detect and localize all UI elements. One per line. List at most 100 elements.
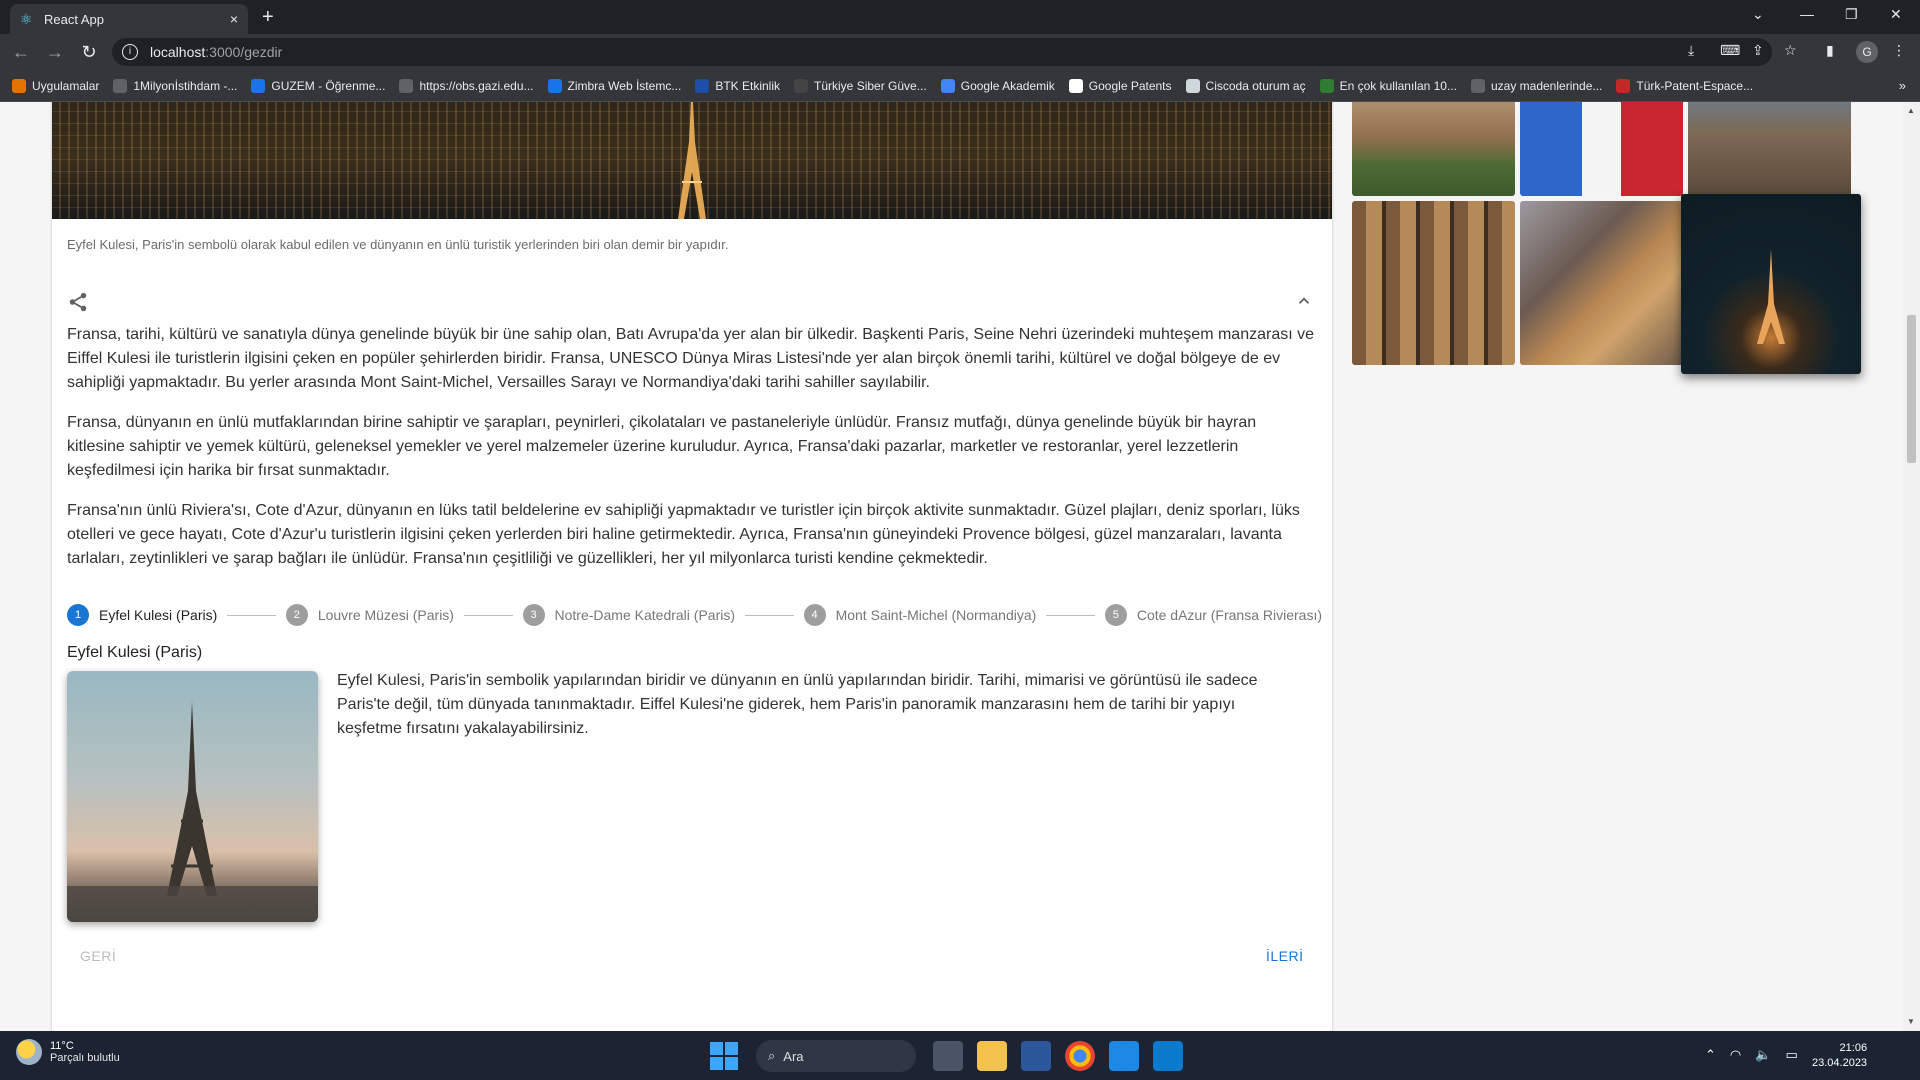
back-arrow-icon[interactable]: ←	[4, 42, 38, 63]
globe-icon	[399, 78, 414, 93]
share-page-icon[interactable]: ⇪	[1752, 42, 1764, 59]
step-label: Eyfel Kulesi (Paris)	[99, 607, 218, 623]
gallery-image-village[interactable]	[1688, 102, 1851, 196]
places-stepper: 1 Eyfel Kulesi (Paris) 2 Louvre Müzesi (…	[67, 602, 1322, 628]
bookmark-item[interactable]: uzay madenlerinde...	[1470, 78, 1603, 93]
favicon-icon	[695, 78, 710, 93]
chevron-up-icon[interactable]: ⌃	[1705, 1047, 1716, 1063]
bookmarks-bar: Uygulamalar 1Milyonİstihdam -... GUZEM - Ö…	[0, 70, 1920, 102]
forward-arrow-icon[interactable]: →	[38, 42, 72, 63]
new-tab-button[interactable]: +	[262, 6, 274, 29]
bookmark-star-icon[interactable]: ☆	[1784, 42, 1797, 59]
weather-widget[interactable]: 11°C Parçalı bulutlu	[16, 1039, 120, 1065]
back-button[interactable]: GERİ	[80, 948, 116, 964]
scrollbar-thumb[interactable]	[1907, 315, 1916, 463]
hero-image-paris-night	[52, 102, 1332, 219]
wifi-icon[interactable]: ◠	[1730, 1047, 1741, 1063]
weather-description: Parçalı bulutlu	[50, 1052, 120, 1064]
bookmark-label: uzay madenlerinde...	[1490, 78, 1603, 93]
bookmark-item[interactable]: Uygulamalar	[12, 78, 99, 93]
bookmark-item[interactable]: https://obs.gazi.edu...	[399, 78, 534, 93]
favicon-icon	[1319, 78, 1334, 93]
chevron-up-icon[interactable]	[1295, 292, 1313, 310]
bookmark-item[interactable]: Google Akademik	[940, 78, 1055, 93]
eiffel-tower-icon	[678, 102, 706, 219]
tab-title: React App	[44, 11, 104, 27]
minimize-button[interactable]: —	[1800, 6, 1814, 22]
taskbar-search[interactable]: ⌕ Ara	[756, 1040, 916, 1072]
bookmark-item[interactable]: Ciscoda oturum aç	[1185, 78, 1306, 93]
bookmark-label: GUZEM - Öğrenme...	[271, 78, 386, 93]
google-icon	[1068, 78, 1083, 93]
browser-tab-strip: ⚛ React App × + ⌄ — ❐ ✕	[0, 0, 1920, 34]
browser-tab[interactable]: ⚛ React App ×	[10, 4, 248, 34]
favicon-icon	[1616, 78, 1631, 93]
bookmark-item[interactable]: 1Milyonİstihdam -...	[113, 78, 237, 93]
bookmark-label: https://obs.gazi.edu...	[419, 78, 534, 93]
step-2[interactable]: 2 Louvre Müzesi (Paris)	[285, 604, 454, 626]
bookmark-item[interactable]: Türk-Patent-Espace...	[1616, 78, 1753, 93]
close-window-button[interactable]: ✕	[1890, 6, 1902, 23]
step-number: 3	[522, 604, 545, 626]
volume-icon[interactable]: 🔈	[1755, 1047, 1771, 1063]
windows-start-icon[interactable]	[709, 1041, 739, 1071]
more-bookmarks-icon[interactable]: »	[1899, 78, 1906, 93]
address-bar[interactable]: i localhost:3000/gezdir	[112, 38, 1772, 66]
gallery-image-french-flag[interactable]	[1520, 102, 1683, 196]
step-3[interactable]: 3 Notre-Dame Katedrali (Paris)	[522, 604, 735, 626]
step-label: Cote dAzur (Fransa Rivierası)	[1136, 607, 1323, 623]
reload-icon[interactable]: ↻	[72, 42, 106, 63]
restore-button[interactable]: ❐	[1845, 6, 1858, 23]
close-tab-icon[interactable]: ×	[230, 11, 238, 27]
partly-cloudy-icon	[16, 1039, 42, 1065]
file-explorer-icon[interactable]	[977, 1041, 1007, 1071]
apps-grid-icon	[12, 78, 26, 93]
description-paragraph: Fransa'nın ünlü Riviera'sı, Cote d'Azur,…	[67, 502, 1300, 567]
bookmark-item[interactable]: En çok kullanılan 10...	[1319, 78, 1457, 93]
url-path: :3000/gezdir	[205, 44, 283, 60]
scroll-up-arrow-icon[interactable]: ▲	[1907, 106, 1915, 115]
bookmark-item[interactable]: Zimbra Web İstemc...	[547, 78, 681, 93]
info-icon[interactable]: i	[122, 44, 138, 60]
step-4[interactable]: 4 Mont Saint-Michel (Normandiya)	[803, 604, 1036, 626]
image-gallery	[1352, 102, 1864, 374]
step-connector	[745, 614, 794, 616]
step-title: Eyfel Kulesi (Paris)	[67, 644, 203, 661]
bookmark-item[interactable]: BTK Etkinlik	[695, 78, 780, 93]
search-label: Ara	[783, 1048, 804, 1064]
gallery-image-mont-saint-michel[interactable]	[1352, 102, 1515, 196]
word-icon[interactable]	[1021, 1041, 1051, 1071]
step-label: Louvre Müzesi (Paris)	[317, 607, 454, 623]
next-button[interactable]: İLERİ	[1266, 948, 1304, 964]
chrome-icon[interactable]	[1065, 1041, 1095, 1071]
page-scrollbar[interactable]: ▲ ▼	[1903, 102, 1920, 1031]
bookmark-item[interactable]: Türkiye Siber Güve...	[794, 78, 927, 93]
clock[interactable]: 21:06 23.04.2023	[1812, 1041, 1867, 1071]
step-connector	[463, 614, 513, 616]
tab-search-icon[interactable]: ⌄	[1752, 6, 1764, 23]
step-5[interactable]: 5 Cote dAzur (Fransa Rivierası)	[1104, 604, 1323, 626]
description-paragraph: Fransa, dünyanın en ünlü mutfaklarından …	[67, 414, 1257, 479]
gallery-image-pastries[interactable]	[1520, 201, 1683, 365]
search-icon: ⌕	[768, 1048, 776, 1063]
share-icon[interactable]	[67, 291, 89, 313]
side-panel-icon[interactable]: ▮	[1826, 42, 1834, 59]
kebab-menu-icon[interactable]: ⋮	[1892, 42, 1906, 59]
scroll-down-arrow-icon[interactable]: ▼	[1907, 1017, 1915, 1026]
bookmark-label: En çok kullanılan 10...	[1339, 78, 1457, 93]
vscode-icon[interactable]	[1153, 1041, 1183, 1071]
gallery-image-bread[interactable]	[1352, 201, 1515, 365]
step-1[interactable]: 1 Eyfel Kulesi (Paris)	[67, 604, 217, 626]
bookmark-item[interactable]: Google Patents	[1068, 78, 1172, 93]
mail-icon[interactable]	[1109, 1041, 1139, 1071]
eiffel-tower-photo	[67, 671, 318, 922]
profile-avatar[interactable]: G	[1856, 41, 1878, 63]
bookmark-item[interactable]: GUZEM - Öğrenme...	[251, 78, 386, 93]
gallery-image-eiffel-night[interactable]	[1681, 194, 1861, 374]
translate-icon[interactable]: ⌨	[1720, 42, 1740, 59]
weather-temperature: 11°C	[50, 1040, 74, 1052]
battery-icon[interactable]: ▭	[1785, 1047, 1797, 1063]
favicon-icon	[251, 78, 266, 93]
task-view-icon[interactable]	[933, 1041, 963, 1071]
install-icon[interactable]: ⤓	[1688, 42, 1694, 59]
